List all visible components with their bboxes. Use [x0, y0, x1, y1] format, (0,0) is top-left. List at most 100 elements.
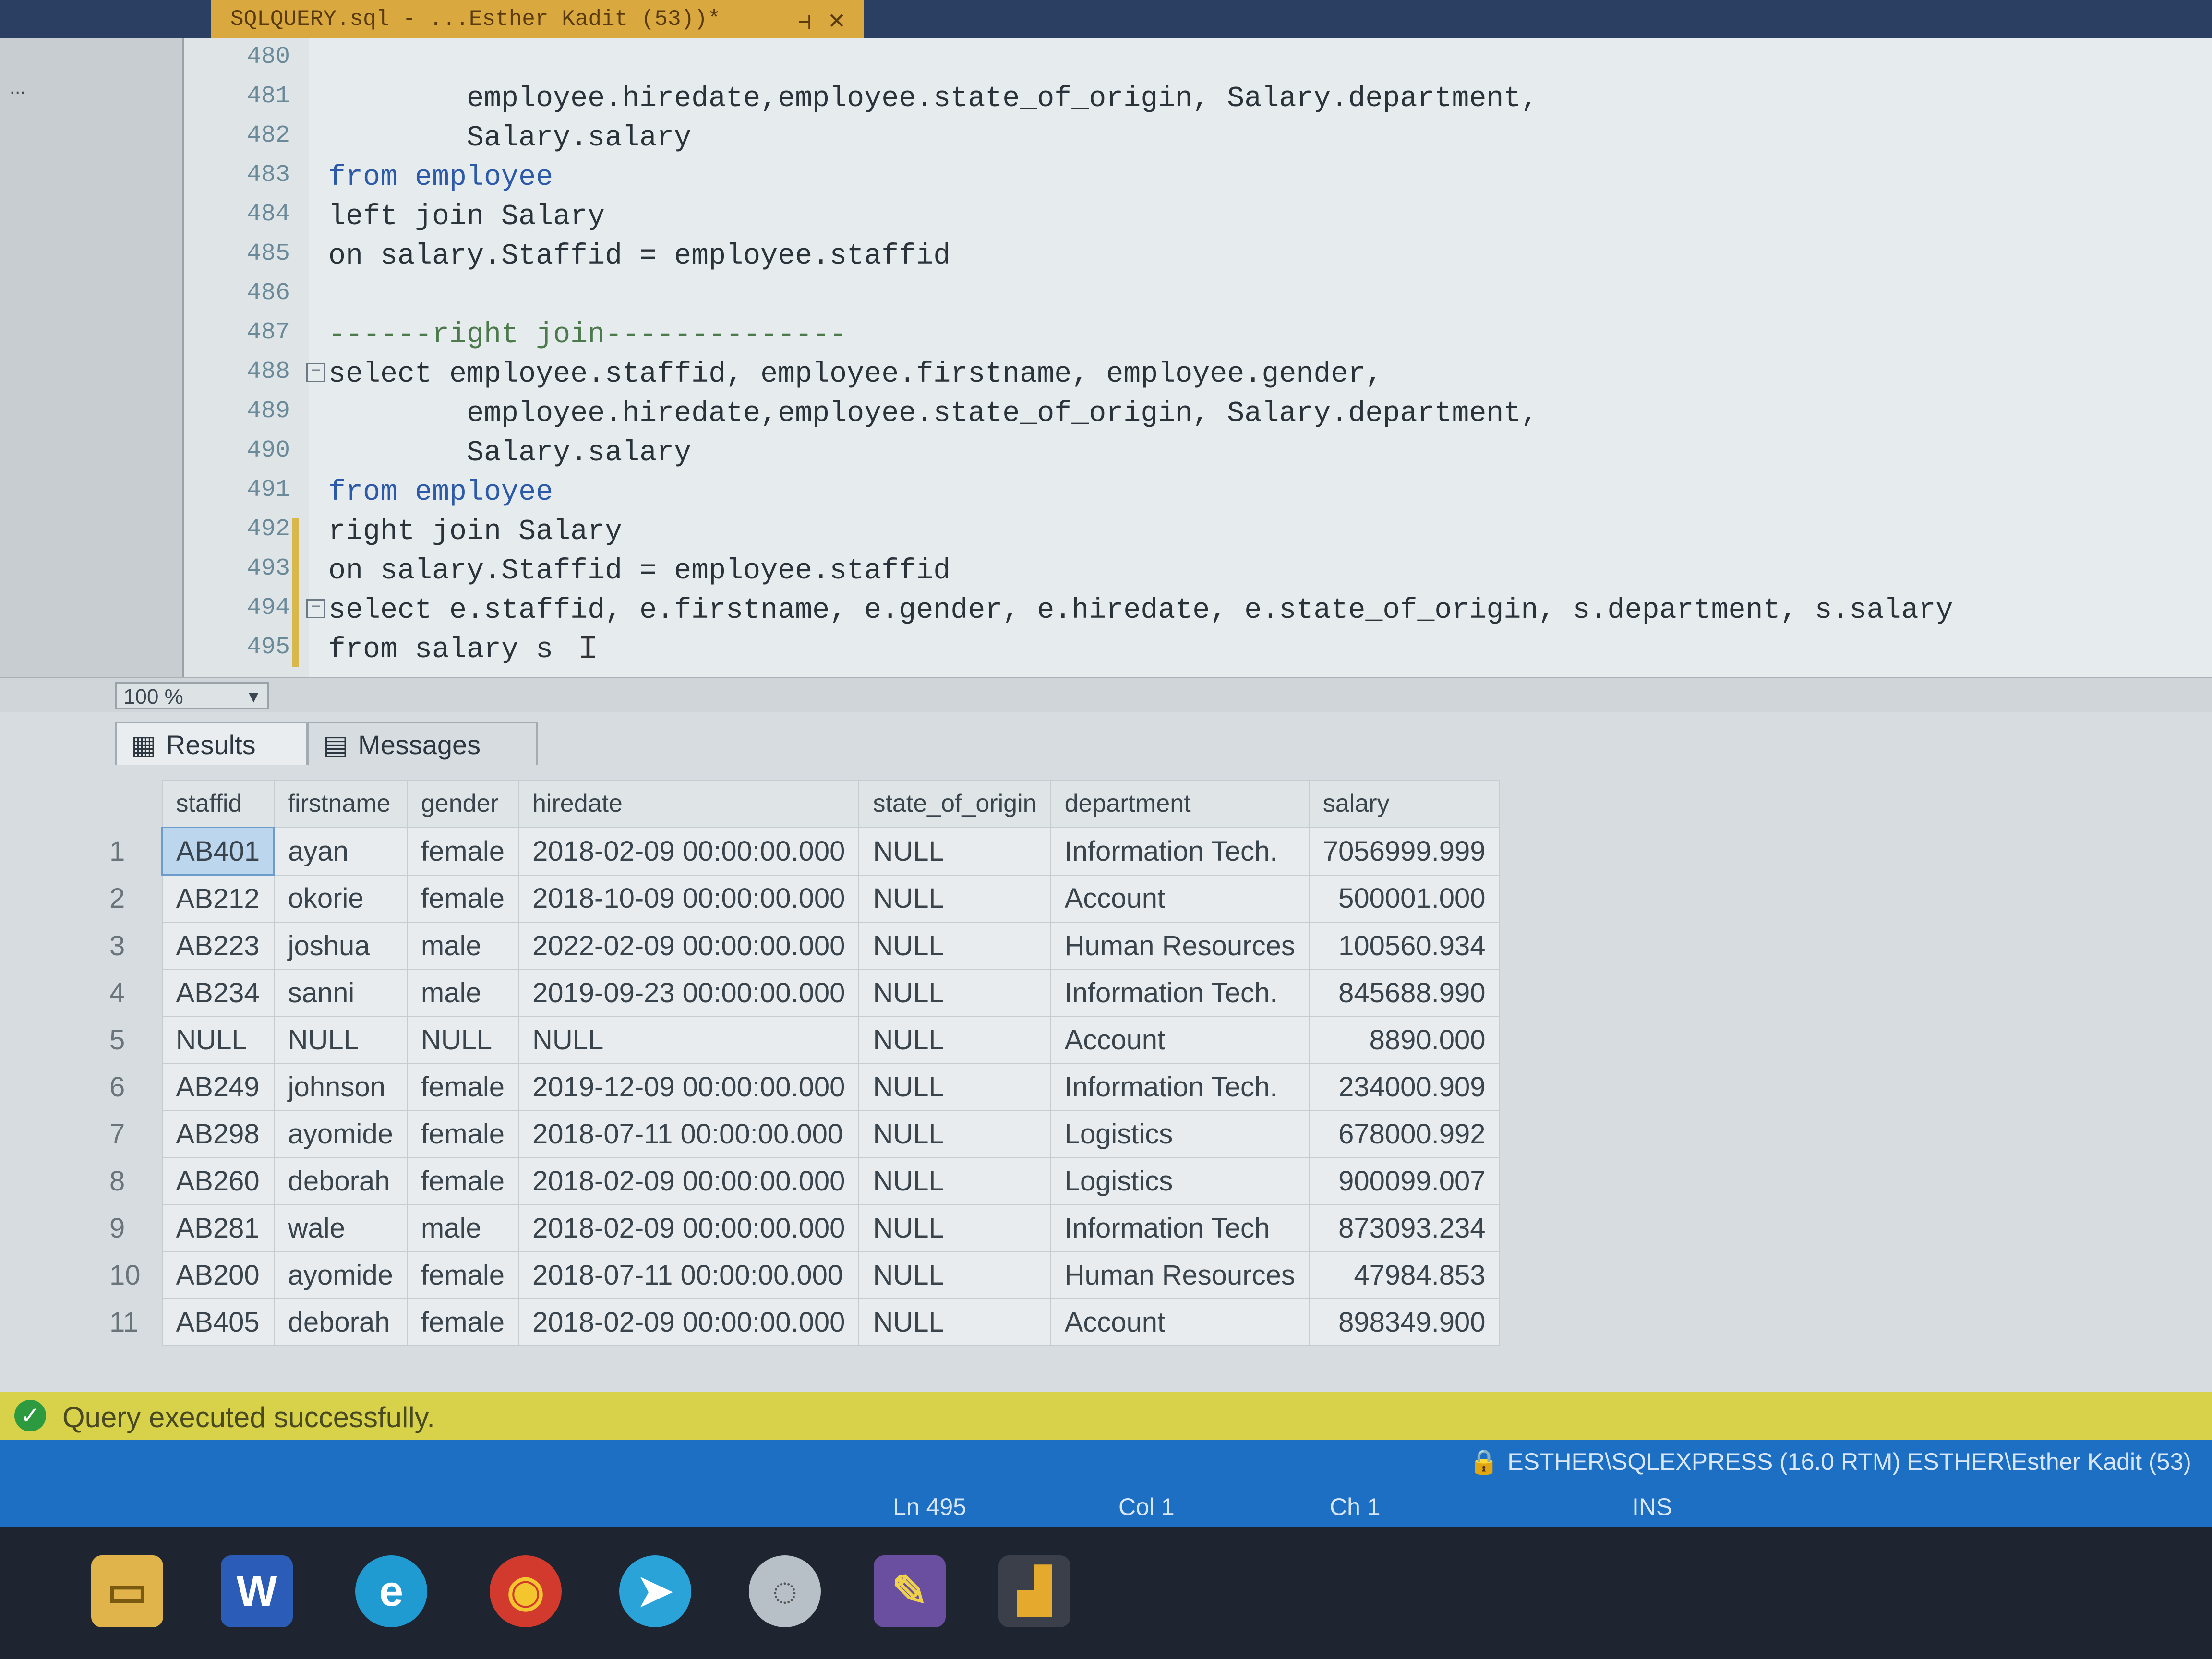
grid-cell[interactable]: Account — [1050, 874, 1310, 923]
grid-cell[interactable]: 898349.900 — [1308, 1298, 1500, 1346]
table-row[interactable]: 4 AB234 sanni male 2019-09-23 00:00:00.000 NU… — [96, 969, 1500, 1017]
grid-cell[interactable]: wale — [273, 1204, 408, 1252]
tab-results[interactable]: ▦ Results — [115, 722, 307, 765]
row-number[interactable]: 2 — [96, 875, 162, 922]
app-icon[interactable]: ◌ — [749, 1555, 821, 1627]
grid-cell[interactable]: 845688.990 — [1308, 969, 1500, 1017]
row-number[interactable]: 6 — [96, 1063, 162, 1110]
row-number[interactable]: 5 — [96, 1016, 162, 1063]
table-row[interactable]: 2 AB212 okorie female 2018-10-09 00:00:00.00… — [96, 874, 1500, 923]
file-explorer-icon[interactable]: ▭ — [91, 1555, 163, 1627]
ssms-icon[interactable]: ✎ — [874, 1555, 946, 1627]
grid-cell[interactable]: 2018-10-09 00:00:00.000 — [517, 874, 860, 923]
grid-cell[interactable]: AB234 — [161, 969, 275, 1017]
table-row[interactable]: 5 NULL NULL NULL NULL NULL Account 8890.000 — [96, 1016, 1500, 1064]
grid-cell[interactable]: female — [406, 874, 519, 923]
row-number[interactable]: 1 — [96, 827, 162, 875]
grid-cell[interactable]: NULL — [858, 1157, 1051, 1205]
grid-cell[interactable]: male — [406, 1204, 519, 1252]
table-row[interactable]: 9 AB281 wale male 2018-02-09 00:00:00.000 NUL… — [96, 1204, 1500, 1252]
grid-cell[interactable]: 2018-07-11 00:00:00.000 — [517, 1110, 860, 1158]
grid-cell[interactable]: NULL — [161, 1016, 275, 1064]
grid-cell[interactable]: female — [406, 1157, 519, 1205]
close-icon[interactable]: ✕ — [829, 2, 845, 40]
grid-cell[interactable]: Information Tech. — [1050, 827, 1310, 876]
grid-cell[interactable]: male — [406, 922, 519, 970]
zoom-select[interactable]: 100 % ▼ — [115, 682, 269, 709]
grid-cell[interactable]: okorie — [273, 874, 408, 923]
grid-cell[interactable]: 7056999.999 — [1308, 827, 1500, 876]
tab-messages[interactable]: ▤ Messages — [307, 722, 538, 765]
grid-cell[interactable]: female — [406, 827, 519, 876]
row-number[interactable]: 9 — [96, 1204, 162, 1251]
edge-browser-icon[interactable]: e — [355, 1555, 427, 1627]
server-node[interactable]: ... — [10, 77, 25, 98]
grid-cell[interactable]: AB298 — [161, 1110, 275, 1158]
table-row[interactable]: 6 AB249 johnson female 2019-12-09 00:00:00.0… — [96, 1063, 1500, 1111]
grid-cell[interactable]: NULL — [858, 1204, 1051, 1252]
table-row[interactable]: 10 AB200 ayomide female 2018-07-11 00:00:00.… — [96, 1251, 1500, 1299]
column-header[interactable]: staffid — [161, 780, 275, 828]
chrome-icon[interactable]: ◉ — [490, 1555, 562, 1627]
grid-cell[interactable]: 2019-12-09 00:00:00.000 — [517, 1063, 860, 1111]
grid-cell[interactable]: Account — [1050, 1298, 1310, 1346]
grid-cell[interactable]: AB212 — [161, 874, 275, 923]
word-icon[interactable]: W — [221, 1555, 293, 1627]
grid-cell[interactable]: AB405 — [161, 1298, 275, 1346]
grid-cell[interactable]: female — [406, 1251, 519, 1299]
grid-cell[interactable]: Human Resources — [1050, 922, 1310, 970]
grid-cell[interactable]: Logistics — [1050, 1157, 1310, 1205]
grid-cell[interactable]: female — [406, 1110, 519, 1158]
grid-cell[interactable]: 100560.934 — [1308, 922, 1500, 970]
grid-cell[interactable]: AB281 — [161, 1204, 275, 1252]
grid-cell[interactable]: AB249 — [161, 1063, 275, 1111]
grid-cell[interactable]: NULL — [858, 1251, 1051, 1299]
grid-cell[interactable]: 2018-02-09 00:00:00.000 — [517, 1298, 860, 1346]
grid-cell[interactable]: ayomide — [273, 1110, 408, 1158]
grid-cell[interactable]: NULL — [858, 874, 1051, 923]
row-number[interactable]: 8 — [96, 1157, 162, 1204]
row-number[interactable]: 10 — [96, 1251, 162, 1298]
grid-cell[interactable]: 234000.909 — [1308, 1063, 1500, 1111]
grid-cell[interactable]: 8890.000 — [1308, 1016, 1500, 1064]
grid-cell[interactable]: NULL — [858, 827, 1051, 876]
grid-cell[interactable]: male — [406, 969, 519, 1017]
grid-cell[interactable]: deborah — [273, 1157, 408, 1205]
query-document-tab[interactable]: SQLQUERY.sql - ...Esther Kadit (53))* ⊣ … — [211, 0, 864, 38]
grid-cell[interactable]: female — [406, 1063, 519, 1111]
grid-cell[interactable]: Information Tech. — [1050, 969, 1310, 1017]
query-editor[interactable]: 480 481 482 483 484 485 486 487 488 489 … — [184, 38, 2212, 677]
column-header[interactable]: hiredate — [517, 780, 860, 828]
chart-app-icon[interactable]: ▟ — [998, 1555, 1070, 1627]
telegram-icon[interactable]: ➤ — [619, 1555, 691, 1627]
table-row[interactable]: 1 AB401 ayan female 2018-02-09 00:00:00.000 N… — [96, 827, 1500, 876]
grid-cell[interactable]: 2018-02-09 00:00:00.000 — [517, 1157, 860, 1205]
grid-cell[interactable]: NULL — [858, 969, 1051, 1017]
table-row[interactable]: 7 AB298 ayomide female 2018-07-11 00:00:00.0… — [96, 1110, 1500, 1158]
grid-cell[interactable]: johnson — [273, 1063, 408, 1111]
grid-cell[interactable]: NULL — [858, 1063, 1051, 1111]
grid-cell[interactable]: 873093.234 — [1308, 1204, 1500, 1252]
row-number[interactable]: 11 — [96, 1298, 162, 1346]
grid-cell[interactable]: NULL — [858, 1298, 1051, 1346]
column-header[interactable]: gender — [406, 780, 519, 828]
column-header[interactable]: firstname — [273, 780, 408, 828]
grid-cell[interactable]: 2019-09-23 00:00:00.000 — [517, 969, 860, 1017]
grid-cell[interactable]: 2022-02-09 00:00:00.000 — [517, 922, 860, 970]
grid-cell[interactable]: NULL — [517, 1016, 860, 1064]
row-number[interactable]: 4 — [96, 969, 162, 1016]
grid-cell[interactable]: female — [406, 1298, 519, 1346]
grid-cell[interactable]: 2018-07-11 00:00:00.000 — [517, 1251, 860, 1299]
pin-icon[interactable]: ⊣ — [798, 4, 811, 42]
grid-cell[interactable]: 678000.992 — [1308, 1110, 1500, 1158]
table-row[interactable]: 8 AB260 deborah female 2018-02-09 00:00:00.0… — [96, 1157, 1500, 1205]
grid-cell[interactable]: 900099.007 — [1308, 1157, 1500, 1205]
grid-cell[interactable]: Human Resources — [1050, 1251, 1310, 1299]
table-row[interactable]: 11 AB405 deborah female 2018-02-09 00:00:00.… — [96, 1298, 1500, 1346]
column-header[interactable]: department — [1050, 780, 1310, 828]
grid-cell[interactable]: sanni — [273, 969, 408, 1017]
grid-cell[interactable]: NULL — [273, 1016, 408, 1064]
grid-cell[interactable]: Logistics — [1050, 1110, 1310, 1158]
grid-cell[interactable]: 47984.853 — [1308, 1251, 1500, 1299]
grid-cell[interactable]: ayomide — [273, 1251, 408, 1299]
